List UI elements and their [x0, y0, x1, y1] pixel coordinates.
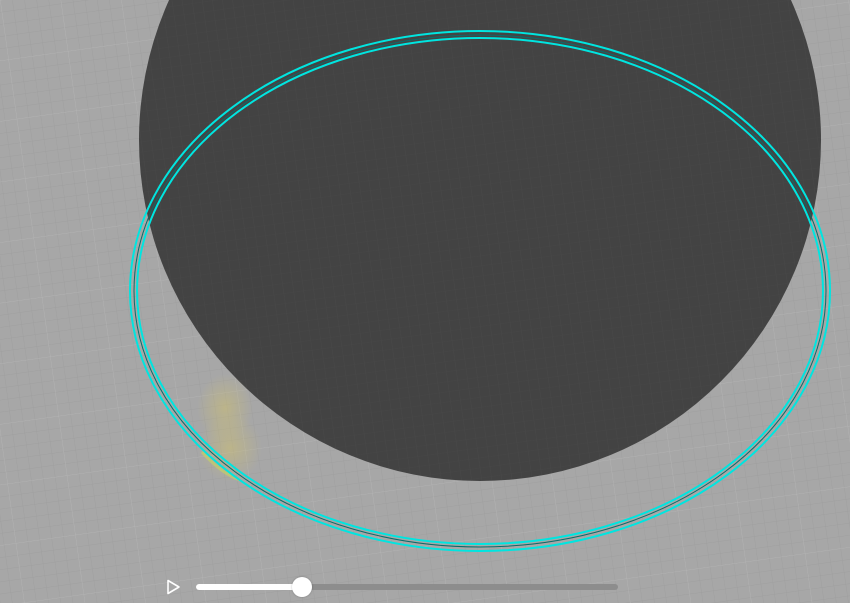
play-icon: [167, 579, 180, 595]
play-button[interactable]: [164, 578, 182, 596]
timeline-slider[interactable]: [196, 577, 618, 597]
3d-viewport[interactable]: [0, 0, 850, 603]
scene-canvas[interactable]: [0, 0, 850, 603]
animation-player: [160, 572, 630, 602]
timeline-thumb[interactable]: [291, 577, 312, 597]
timeline-progress: [196, 584, 302, 590]
